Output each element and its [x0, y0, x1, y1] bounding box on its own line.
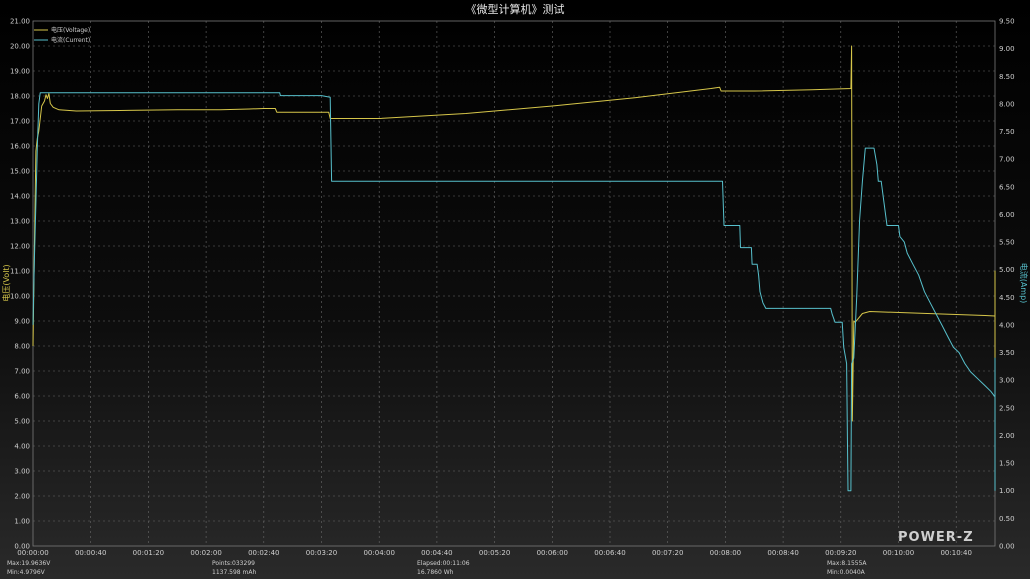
- y-right-tick-label: 6.50: [999, 183, 1015, 191]
- x-tick-label: 00:10:40: [940, 549, 971, 557]
- x-tick-label: 00:02:40: [248, 549, 279, 557]
- y-right-tick-label: 1.50: [999, 460, 1015, 468]
- y-right-tick-label: 5.50: [999, 239, 1015, 247]
- x-tick-label: 00:00:40: [75, 549, 106, 557]
- usb-power-chart: 《微型计算机》测试 0.00 1.00 2.00 3.00 4.00 5.00 6.00 7.…: [1, 2, 1029, 576]
- stat-min-current: Min:0.0040A: [827, 569, 866, 576]
- x-tick-label: 00:06:40: [594, 549, 625, 557]
- y-left-tick-label: 10.00: [10, 293, 30, 301]
- chart-container: 《微型计算机》测试 0.00 1.00 2.00 3.00 4.00 5.00 6.00 7.…: [0, 0, 1030, 579]
- y-left-tick-label: 2.00: [14, 493, 30, 501]
- x-tick-label: 00:08:00: [710, 549, 741, 557]
- y-left-tick-label: 18.00: [10, 93, 30, 101]
- stat-energy: 16.7860 Wh: [417, 569, 454, 576]
- series-line-voltage: [32, 45, 996, 422]
- y-left-tick-label: 17.00: [10, 118, 30, 126]
- y-left-tick-label: 14.00: [10, 193, 30, 201]
- stat-min-voltage: Min:4.9796V: [7, 569, 46, 576]
- x-tick-label: 00:00:00: [17, 549, 48, 557]
- y-right-tick-label: 2.50: [999, 404, 1015, 412]
- y-left-tick-label: 4.00: [14, 443, 30, 451]
- y-left-tick-label: 8.00: [14, 343, 30, 351]
- y-left-tick-label: 1.00: [14, 518, 30, 526]
- y-left-tick-label: 7.00: [14, 368, 30, 376]
- y-left-tick-label: 21.00: [10, 18, 30, 26]
- y-right-tick-label: 9.50: [999, 18, 1015, 26]
- x-tick-label: 00:04:40: [421, 549, 452, 557]
- y-left-tick-label: 19.00: [10, 68, 30, 76]
- y-right-tick-label: 8.50: [999, 73, 1015, 81]
- y-right-tick-label: 3.50: [999, 349, 1015, 357]
- legend-voltage-label: 电压(Voltage): [51, 26, 90, 34]
- x-tick-label: 00:10:00: [883, 549, 914, 557]
- stat-capacity: 1137.598 mAh: [212, 569, 256, 576]
- x-tick-label: 00:03:20: [306, 549, 337, 557]
- stat-max-current: Max:8.1555A: [827, 560, 867, 567]
- series-line-current: [32, 92, 996, 492]
- stat-max-voltage: Max:19.9636V: [7, 560, 51, 567]
- x-tick-label: 00:05:20: [479, 549, 510, 557]
- y-right-tick-label: 5.00: [999, 266, 1015, 274]
- y-left-tick-label: 20.00: [10, 43, 30, 51]
- y-right-tick-label: 6.00: [999, 211, 1015, 219]
- series-lines: [32, 45, 996, 492]
- y-right-tick-label: 2.00: [999, 432, 1015, 440]
- y-right-tick-label: 9.00: [999, 45, 1015, 53]
- y-left-tick-label: 3.00: [14, 468, 30, 476]
- y-right-tick-label: 4.50: [999, 294, 1015, 302]
- y-right-tick-label: 7.00: [999, 156, 1015, 164]
- x-tick-label: 00:01:20: [133, 549, 164, 557]
- y-left-tick-label: 6.00: [14, 393, 30, 401]
- y-axis-left-label: 电压(Volt): [1, 264, 11, 301]
- chart-title: 《微型计算机》测试: [466, 2, 565, 16]
- stat-elapsed: Elapsed:00:11:06: [417, 560, 470, 567]
- power-z-logo: POWER-Z: [898, 530, 974, 545]
- legend-current-label: 电流(Current): [51, 36, 90, 44]
- x-tick-label: 00:06:00: [537, 549, 568, 557]
- stat-points: Points:033299: [212, 560, 255, 567]
- x-tick-label: 00:09:20: [825, 549, 856, 557]
- y-right-tick-label: 8.00: [999, 100, 1015, 108]
- y-right-tick-label: 0.00: [999, 543, 1015, 551]
- y-left-tick-label: 9.00: [14, 318, 30, 326]
- x-tick-label: 00:04:00: [363, 549, 394, 557]
- x-tick-label: 00:08:40: [767, 549, 798, 557]
- y-right-tick-label: 3.00: [999, 377, 1015, 385]
- y-left-tick-label: 12.00: [10, 243, 30, 251]
- y-axis-right-label: 电流(Amp): [1019, 263, 1029, 304]
- y-right-tick-label: 0.50: [999, 515, 1015, 523]
- stats-panel: Max:19.9636V Min:4.9796V Points:033299 1…: [7, 560, 867, 576]
- y-left-tick-label: 16.00: [10, 143, 30, 151]
- y-left-tick-label: 5.00: [14, 418, 30, 426]
- y-right-tick-label: 7.50: [999, 128, 1015, 136]
- axes: 0.00 1.00 2.00 3.00 4.00 5.00 6.00 7.00 8.00 9.00…: [10, 18, 1015, 558]
- x-tick-label: 00:07:20: [652, 549, 683, 557]
- legend: 电压(Voltage) 电流(Current): [34, 26, 90, 44]
- y-right-tick-label: 1.00: [999, 487, 1015, 495]
- x-tick-label: 00:02:00: [190, 549, 221, 557]
- y-left-tick-label: 11.00: [10, 268, 30, 276]
- y-left-tick-label: 13.00: [10, 218, 30, 226]
- y-left-tick-label: 15.00: [10, 168, 30, 176]
- y-right-tick-label: 4.00: [999, 321, 1015, 329]
